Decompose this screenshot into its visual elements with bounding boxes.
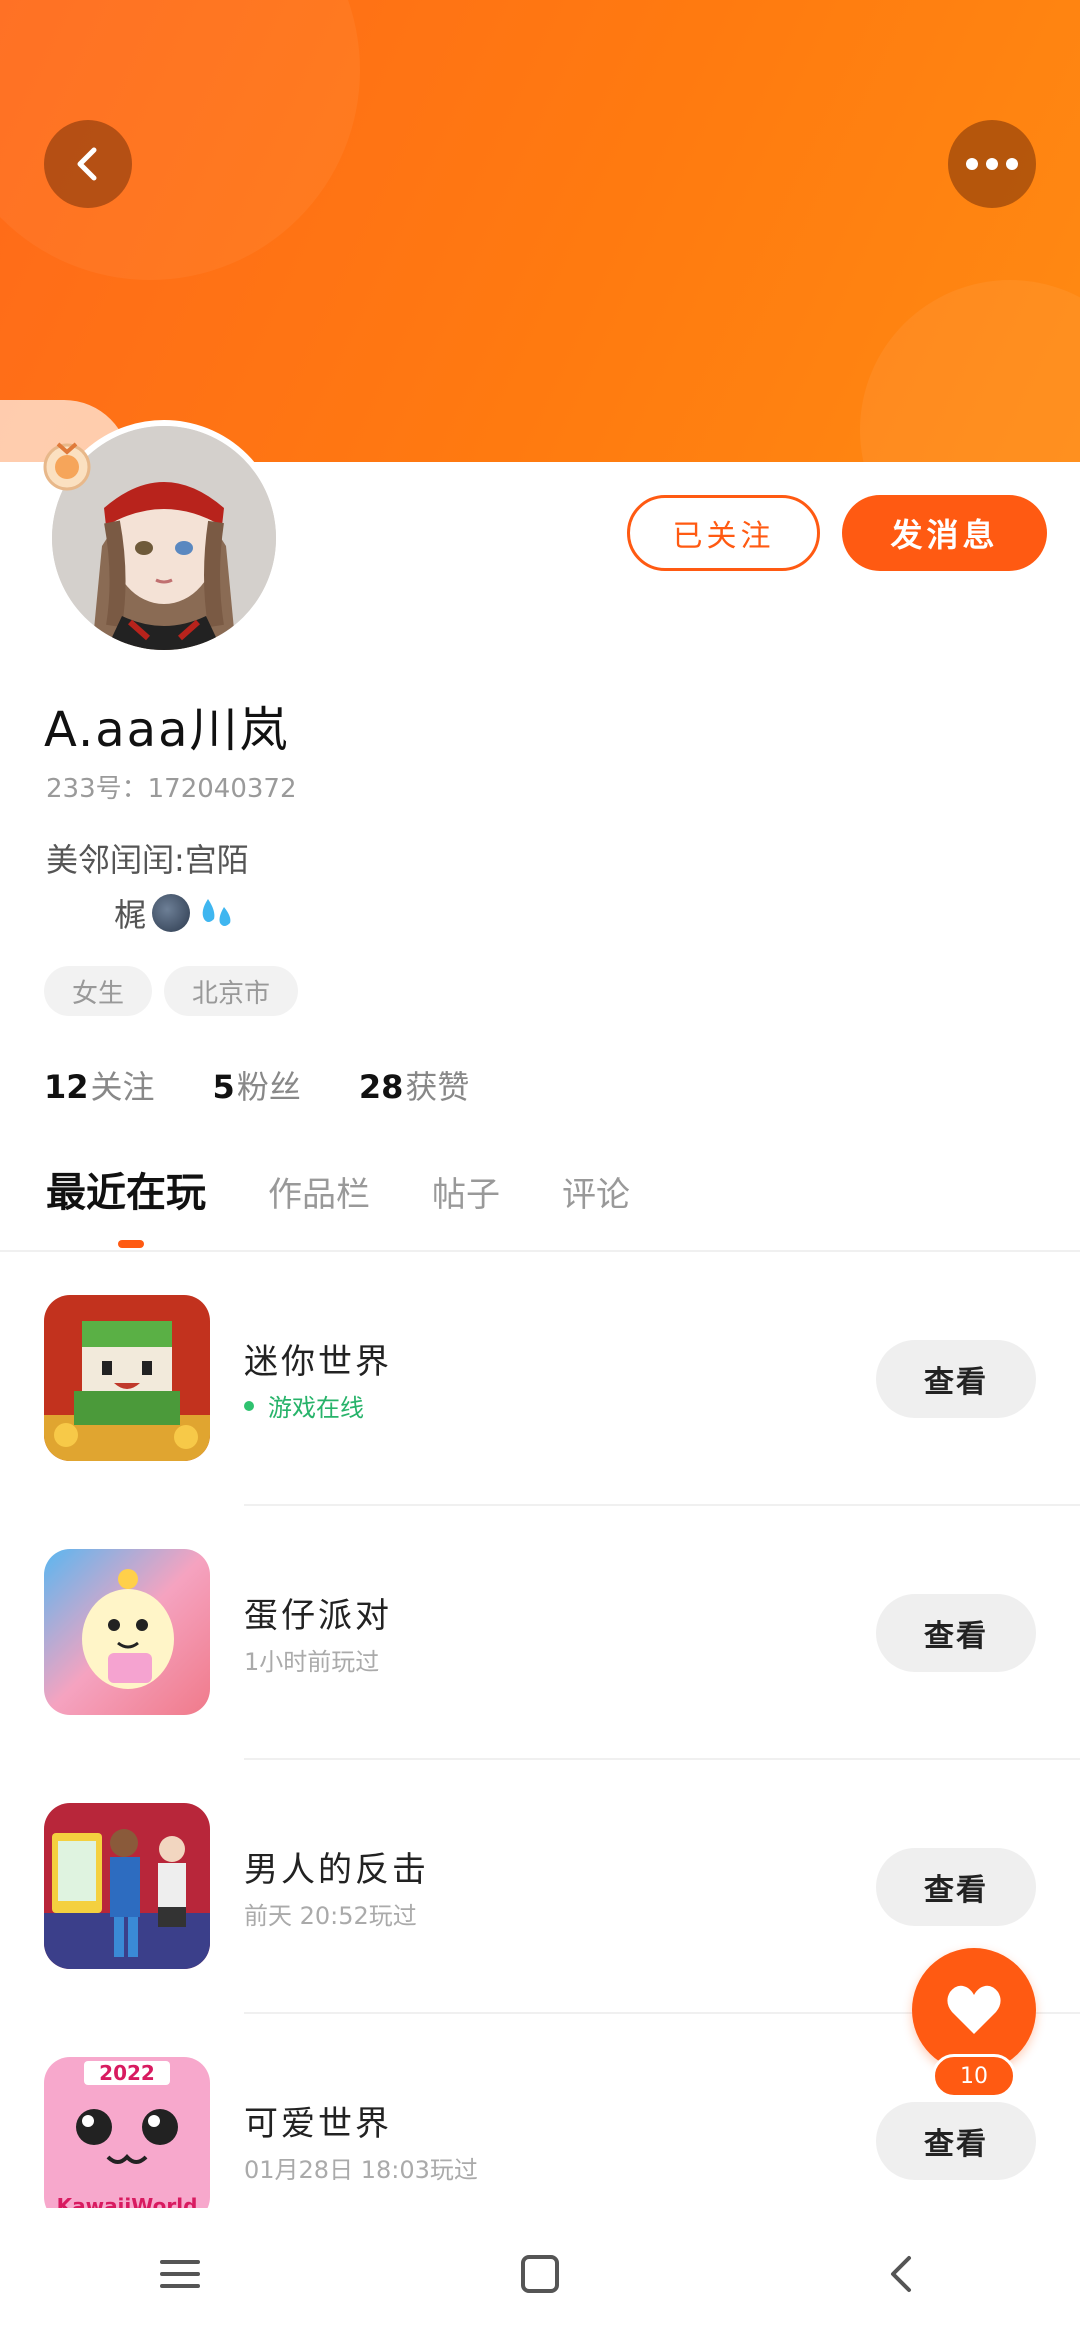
tab-comments[interactable]: 评论 (562, 1167, 630, 1216)
view-button[interactable]: 查看 (876, 2102, 1036, 2180)
game-status: 前天 20:52玩过 (244, 1902, 417, 1930)
water-drops-emoji-icon (202, 899, 231, 926)
game-icon-kawaii-world: 2022 KawaiiWorld (44, 2057, 210, 2223)
bio-line-2-text: 梶 (114, 896, 147, 934)
list-item[interactable]: 蛋仔派对 1小时前玩过 查看 (0, 1506, 1080, 1760)
list-item[interactable]: 迷你世界 游戏在线 查看 (0, 1252, 1080, 1506)
profile-banner (0, 0, 1080, 462)
chevron-left-icon (77, 147, 97, 181)
back-triangle-icon (891, 2256, 911, 2292)
game-icon-mini-world (44, 1295, 210, 1461)
online-dot-icon (244, 1400, 254, 1411)
view-button[interactable]: 查看 (876, 1340, 1036, 1418)
more-button[interactable] (948, 120, 1036, 208)
game-status: 01月28日 18:03玩过 (244, 2156, 478, 2184)
game-title: 蛋仔派对 (244, 1596, 392, 1636)
menu-icon (160, 2260, 200, 2288)
game-icon-mans-counterattack (44, 1803, 210, 1969)
stat-followers-count: 5 (212, 1068, 235, 1106)
medal-icon (43, 442, 91, 491)
tab-posts[interactable]: 帖子 (432, 1167, 500, 1216)
game-icon-eggy-party (44, 1549, 210, 1715)
game-title: 迷你世界 (244, 1342, 392, 1382)
bio-line-1: 美邻闰闰:宫陌 (46, 841, 249, 879)
tab-recent-played[interactable]: 最近在玩 (46, 1160, 206, 1218)
game-status-text: 游戏在线 (268, 1394, 364, 1422)
nav-home-button[interactable] (480, 2224, 600, 2324)
view-button[interactable]: 查看 (876, 1594, 1036, 1672)
tab-works[interactable]: 作品栏 (268, 1167, 370, 1216)
send-message-button[interactable]: 发消息 (842, 495, 1047, 571)
nav-back-button[interactable] (840, 2224, 960, 2324)
user-id: 233号：172040372 (46, 774, 297, 804)
recent-games-list: 迷你世界 游戏在线 查看 蛋仔派对 1小时前玩过 查看 男人的反击 前天 20:… (0, 1252, 1080, 2268)
game-status: 游戏在线 (244, 1388, 364, 1423)
game-title: 可爱世界 (244, 2104, 392, 2144)
stat-likes-label: 获赞 (405, 1068, 470, 1106)
active-tab-indicator (118, 1240, 144, 1248)
game-title: 男人的反击 (244, 1850, 429, 1890)
kawaii-year-text: 2022 (99, 2061, 155, 2085)
stat-following-label: 关注 (90, 1068, 155, 1106)
back-button[interactable] (44, 120, 132, 208)
tag-gender: 女生 (44, 966, 153, 1016)
profile-page: 已关注 发消息 A.aaa川岚 233号：172040372 美邻闰闰:宫陌 梶… (0, 0, 1080, 2340)
like-count-badge: 10 (932, 2054, 1016, 2098)
moon-emoji-icon (152, 894, 191, 932)
profile-tags: 女生 北京市 (44, 966, 299, 1016)
bio-line-2: 梶 (114, 890, 236, 936)
tag-location: 北京市 (164, 966, 299, 1016)
game-status: 1小时前玩过 (244, 1648, 380, 1676)
stat-followers-label: 粉丝 (236, 1068, 301, 1106)
banner-decoration (860, 280, 1080, 462)
stat-likes[interactable]: 28获赞 (359, 1062, 470, 1108)
username: A.aaa川岚 (44, 702, 290, 758)
view-button[interactable]: 查看 (876, 1848, 1036, 1926)
followed-button[interactable]: 已关注 (627, 495, 820, 571)
stat-likes-count: 28 (358, 1068, 404, 1106)
nav-menu-button[interactable] (120, 2224, 240, 2324)
stat-following-count: 12 (44, 1068, 89, 1106)
stat-following[interactable]: 12关注 (44, 1062, 155, 1108)
profile-tabs: 最近在玩 作品栏 帖子 评论 (46, 1160, 630, 1218)
more-horizontal-icon (966, 158, 1018, 170)
home-square-icon (521, 2255, 559, 2293)
profile-stats: 12关注 5粉丝 28获赞 (44, 1062, 469, 1108)
stat-followers[interactable]: 5粉丝 (213, 1062, 301, 1108)
list-item[interactable]: 男人的反击 前天 20:52玩过 查看 (0, 1760, 1080, 2014)
heart-icon (947, 1985, 1001, 2034)
system-nav-bar (0, 2208, 1080, 2340)
